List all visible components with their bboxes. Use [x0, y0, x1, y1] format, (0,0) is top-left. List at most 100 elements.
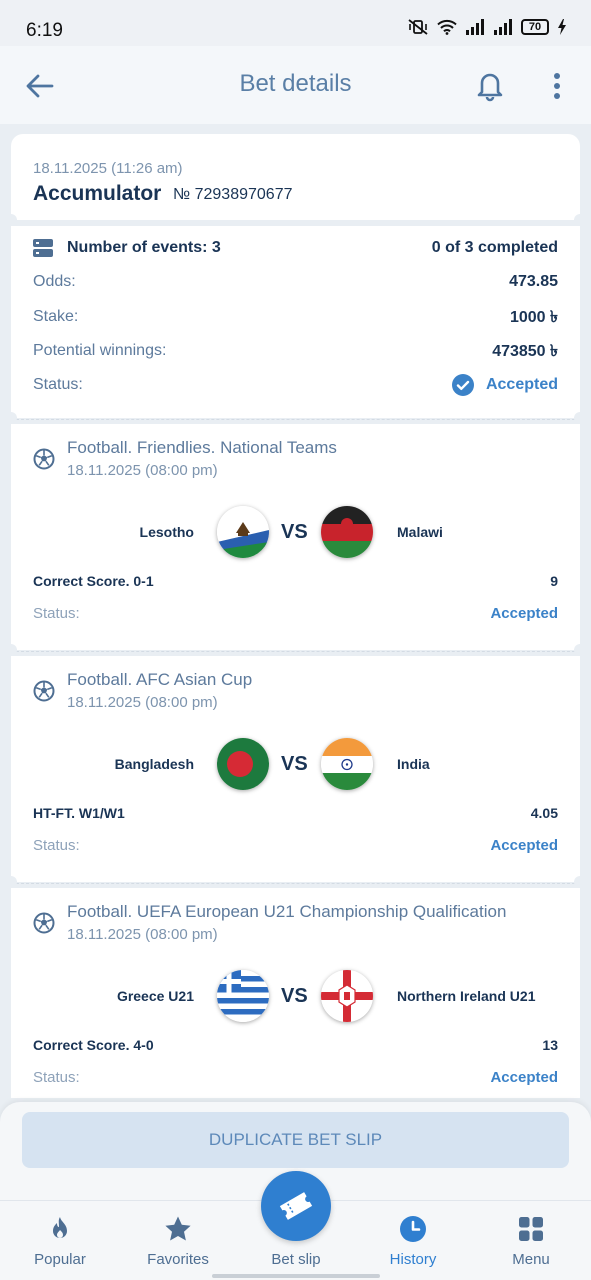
events-count-row: Number of events: 3 0 of 3 completed — [33, 237, 558, 259]
odds-label: Odds: — [33, 273, 76, 290]
malawi-flag-icon — [321, 506, 373, 558]
ticket-notch — [5, 214, 17, 226]
bet-summary-card: Number of events: 3 0 of 3 completed Odd… — [5, 226, 586, 424]
ticket-notch — [5, 412, 17, 424]
india-flag-icon — [321, 738, 373, 790]
nav-menu[interactable]: Menu — [476, 1201, 586, 1280]
events-list-icon — [33, 239, 53, 257]
bell-icon — [477, 73, 503, 102]
lesotho-flag-icon — [217, 506, 269, 558]
wifi-icon — [437, 19, 457, 35]
stake-value: 1000 ৳ — [509, 308, 558, 326]
market-label: HT-FT. W1/W1 — [33, 805, 125, 821]
event-league: Football. Friendlies. National Teams — [67, 438, 337, 457]
grid-menu-icon — [519, 1217, 543, 1241]
more-menu-button[interactable] — [546, 70, 568, 102]
charging-icon — [558, 19, 566, 35]
event-league: Football. UEFA European U21 Championship… — [67, 902, 507, 921]
market-label: Correct Score. 4-0 — [33, 1037, 154, 1053]
status-row: Status: Accepted — [33, 374, 558, 396]
events-count: Number of events: 3 — [33, 239, 221, 257]
odds-value: 473.85 — [509, 273, 558, 290]
team-away: Northern Ireland U21 — [397, 988, 536, 1004]
nav-favorites-label: Favorites — [147, 1251, 209, 1268]
vs-label: VS — [281, 521, 308, 543]
winnings-value: 473850 ৳ — [492, 342, 558, 360]
vs-label: VS — [281, 753, 308, 775]
event-card[interactable]: Football. Friendlies. National Teams 18.… — [5, 424, 586, 656]
event-date: 18.11.2025 (08:00 pm) — [67, 926, 218, 943]
event-status-value: Accepted — [490, 1069, 558, 1086]
stake-label: Stake: — [33, 308, 79, 325]
nav-popular-label: Popular — [34, 1251, 86, 1268]
ticket-notch — [5, 644, 17, 656]
home-indicator — [212, 1274, 380, 1278]
nav-popular[interactable]: Popular — [5, 1201, 115, 1280]
stake-row: Stake: 1000 ৳ — [33, 306, 558, 328]
status-label: Status: — [33, 376, 83, 393]
status-time: 6:19 — [26, 20, 63, 41]
event-status-label: Status: — [33, 605, 80, 622]
status-badge: Accepted — [451, 374, 558, 396]
completed-count: 0 of 3 completed — [431, 239, 558, 256]
coefficient: 9 — [550, 573, 558, 589]
event-date: 18.11.2025 (08:00 pm) — [67, 694, 218, 711]
football-icon — [33, 912, 55, 934]
bet-slip-fab[interactable] — [261, 1171, 331, 1241]
team-home: Greece U21 — [116, 988, 194, 1004]
odds-row: Odds: 473.85 — [33, 271, 558, 293]
team-away: Malawi — [397, 524, 443, 540]
signal-icon — [466, 19, 484, 35]
ticket-notch — [574, 876, 586, 888]
status-value: Accepted — [485, 376, 558, 393]
vs-label: VS — [281, 985, 308, 1007]
coefficient: 4.05 — [530, 805, 558, 821]
dashed-divider — [11, 651, 580, 652]
event-date: 18.11.2025 (08:00 pm) — [67, 462, 218, 479]
team-home: Lesotho — [139, 524, 194, 540]
football-icon — [33, 680, 55, 702]
fire-icon — [53, 1217, 67, 1238]
nav-history-label: History — [389, 1251, 437, 1268]
event-status-value: Accepted — [490, 605, 558, 622]
nav-history[interactable]: History — [358, 1201, 468, 1280]
ticket-notch — [574, 644, 586, 656]
event-status-label: Status: — [33, 837, 80, 854]
clock-icon — [400, 1216, 426, 1242]
ticket-notch — [574, 412, 586, 424]
greece-flag-icon — [217, 970, 269, 1022]
event-status-label: Status: — [33, 1069, 80, 1086]
football-icon — [33, 448, 55, 470]
ticket-notch — [5, 876, 17, 888]
event-status-value: Accepted — [490, 837, 558, 854]
event-card[interactable]: Football. AFC Asian Cup 18.11.2025 (08:0… — [5, 656, 586, 888]
bet-type: Accumulator — [33, 182, 162, 205]
bet-date: 18.11.2025 (11:26 am) — [33, 160, 183, 177]
more-vertical-icon — [554, 73, 560, 99]
ticket-notch — [574, 214, 586, 226]
check-circle-icon — [451, 374, 474, 396]
market-label: Correct Score. 0-1 — [33, 573, 154, 589]
events-count-label: Number of events: 3 — [67, 239, 221, 256]
status-icons: 70 — [407, 19, 567, 35]
ticket-icon — [279, 1192, 313, 1220]
winnings-row: Potential winnings: 473850 ৳ — [33, 340, 558, 362]
bangladesh-flag-icon — [217, 738, 269, 790]
event-card[interactable]: Football. UEFA European U21 Championship… — [11, 888, 580, 1098]
dashed-divider — [11, 419, 580, 420]
nav-menu-label: Menu — [512, 1251, 550, 1268]
battery-icon: 70 — [521, 19, 549, 35]
duplicate-bet-slip-button[interactable]: DUPLICATE BET SLIP — [22, 1112, 569, 1168]
nav-bet-slip-label: Bet slip — [271, 1251, 321, 1268]
winnings-label: Potential winnings: — [33, 342, 167, 359]
team-home: Bangladesh — [114, 756, 194, 772]
notifications-button[interactable] — [474, 68, 506, 102]
mute-vibrate-icon — [408, 19, 428, 35]
star-icon — [165, 1216, 191, 1241]
signal-icon-2 — [494, 19, 512, 35]
northern-ireland-flag-icon — [321, 970, 373, 1022]
coefficient: 13 — [542, 1037, 558, 1053]
nav-favorites[interactable]: Favorites — [123, 1201, 233, 1280]
team-away: India — [397, 756, 430, 772]
event-league: Football. AFC Asian Cup — [67, 670, 253, 689]
